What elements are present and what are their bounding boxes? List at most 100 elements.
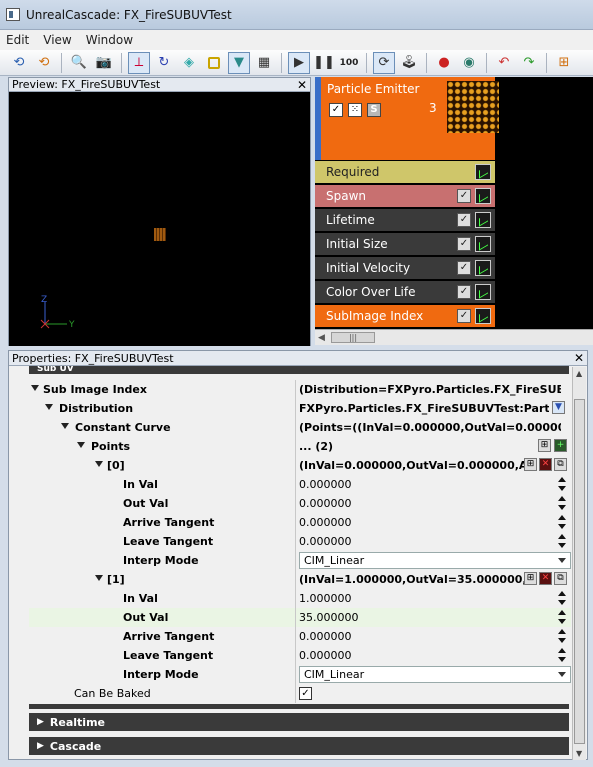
module-spawn[interactable]: Spawn ✓ xyxy=(315,185,495,207)
vertical-scrollbar[interactable]: ▲ ▼ xyxy=(572,367,586,760)
prop-p1-outval[interactable]: Out Val 35.000000 xyxy=(29,608,571,627)
close-icon[interactable]: ✕ xyxy=(297,79,307,91)
sphere-icon[interactable]: ◉ xyxy=(458,52,480,74)
prop-can-be-baked[interactable]: Can Be Baked ✓ xyxy=(29,684,571,703)
joystick-icon[interactable]: 🕹 xyxy=(398,52,420,74)
redo-icon[interactable]: ↷ xyxy=(518,52,540,74)
module-lifetime[interactable]: Lifetime ✓ xyxy=(315,209,495,231)
module-enable-checkbox[interactable]: ✓ xyxy=(457,285,471,299)
prop-constant-curve[interactable]: Constant Curve (Points=((InVal=0.000000,… xyxy=(29,418,571,437)
graph-icon[interactable] xyxy=(475,212,491,228)
arrive-tangent-field[interactable]: 0.000000 xyxy=(299,516,561,529)
expand-arrow-icon[interactable] xyxy=(45,404,53,410)
module-subimage-index[interactable]: SubImage Index ✓ xyxy=(315,305,495,327)
interp-mode-select[interactable]: CIM_Linear xyxy=(299,552,571,569)
render-mode-icon[interactable]: ⁙ xyxy=(348,103,362,117)
inval-field[interactable]: 0.000000 xyxy=(299,478,561,491)
expand-arrow-icon[interactable] xyxy=(61,423,69,429)
scroll-left-icon[interactable]: ◀ xyxy=(318,333,325,343)
module-required[interactable]: Required xyxy=(315,161,495,183)
background-color-icon[interactable]: ▼ xyxy=(228,51,250,74)
spinner-icon[interactable] xyxy=(557,476,567,492)
undo-icon[interactable]: ↶ xyxy=(493,52,515,74)
menu-edit[interactable]: Edit xyxy=(6,33,29,47)
spinner-icon[interactable] xyxy=(557,609,567,625)
graph-icon[interactable] xyxy=(475,236,491,252)
scroll-down-icon[interactable]: ▼ xyxy=(576,749,582,758)
dropdown-icon[interactable]: ▼ xyxy=(552,401,565,414)
graph-icon[interactable] xyxy=(475,260,491,276)
arrive-tangent-field[interactable]: 0.000000 xyxy=(299,630,561,643)
wireframe-sphere-icon[interactable] xyxy=(203,52,225,74)
graph-icon[interactable] xyxy=(475,284,491,300)
lod-icon[interactable]: ⊞ xyxy=(553,52,575,74)
prop-p1-leave-tangent[interactable]: Leave Tangent 0.000000 xyxy=(29,646,571,665)
delete-item-icon[interactable]: ✕ xyxy=(539,458,552,471)
emitter-header[interactable]: Particle Emitter ✓ ⁙ S 3 xyxy=(315,77,499,160)
prop-sub-image-index[interactable]: Sub Image Index (Distribution=FXPyro.Par… xyxy=(29,380,571,399)
bounds-icon[interactable]: ◈ xyxy=(178,52,200,74)
prop-distribution[interactable]: Distribution FXPyro.Particles.FX_FireSUB… xyxy=(29,399,571,418)
module-enable-checkbox[interactable]: ✓ xyxy=(457,261,471,275)
spinner-icon[interactable] xyxy=(557,590,567,606)
graph-icon[interactable] xyxy=(475,188,491,204)
expand-arrow-icon[interactable] xyxy=(95,461,103,467)
spinner-icon[interactable] xyxy=(557,495,567,511)
prop-points[interactable]: Points ... (2) ⊞ + xyxy=(29,437,571,456)
scroll-thumb[interactable] xyxy=(574,399,585,744)
module-enable-checkbox[interactable]: ✓ xyxy=(457,189,471,203)
category-sub-uv[interactable]: Sub UV xyxy=(29,366,569,374)
orbit-icon[interactable]: ↻ xyxy=(153,52,175,74)
preview-viewport[interactable]: Z Y xyxy=(9,92,310,346)
delete-item-icon[interactable]: ✕ xyxy=(539,572,552,585)
prop-point-1[interactable]: [1] (InVal=1.000000,OutVal=35.000000,Arr… xyxy=(29,570,571,589)
spinner-icon[interactable] xyxy=(557,628,567,644)
spinner-icon[interactable] xyxy=(557,533,567,549)
add-item-icon[interactable]: + xyxy=(554,439,567,452)
close-icon[interactable]: ✕ xyxy=(574,352,584,364)
graph-icon[interactable] xyxy=(475,164,491,180)
menu-view[interactable]: View xyxy=(43,33,71,47)
interp-mode-select[interactable]: CIM_Linear xyxy=(299,666,571,683)
category-cascade[interactable]: ▶ Cascade xyxy=(29,737,569,755)
horizontal-scrollbar[interactable]: ◀ ||| xyxy=(315,329,593,345)
module-initial-velocity[interactable]: Initial Velocity ✓ xyxy=(315,257,495,279)
outval-field[interactable]: 35.000000 xyxy=(299,611,561,624)
module-color-over-life[interactable]: Color Over Life ✓ xyxy=(315,281,495,303)
spinner-icon[interactable] xyxy=(557,647,567,663)
expand-arrow-icon[interactable] xyxy=(31,385,39,391)
can-be-baked-checkbox[interactable]: ✓ xyxy=(299,687,312,700)
scroll-thumb[interactable]: ||| xyxy=(331,332,375,343)
prop-p0-inval[interactable]: In Val 0.000000 xyxy=(29,475,571,494)
outval-field[interactable]: 0.000000 xyxy=(299,497,561,510)
expand-arrow-icon[interactable]: ▶ xyxy=(37,717,44,727)
expand-arrow-icon[interactable]: ▶ xyxy=(37,741,44,751)
solo-button[interactable]: S xyxy=(367,103,381,117)
leave-tangent-field[interactable]: 0.000000 xyxy=(299,535,561,548)
category-realtime[interactable]: ▶ Realtime xyxy=(29,713,569,731)
scroll-up-icon[interactable]: ▲ xyxy=(576,369,582,378)
color-balls-icon[interactable]: ● xyxy=(433,52,455,74)
duplicate-item-icon[interactable]: ⧉ xyxy=(554,458,567,471)
prop-p0-arrive-tangent[interactable]: Arrive Tangent 0.000000 xyxy=(29,513,571,532)
restart-sim-icon[interactable]: ⟲ xyxy=(8,52,30,74)
prop-p0-interp-mode[interactable]: Interp Mode CIM_Linear xyxy=(29,551,571,570)
module-enable-checkbox[interactable]: ✓ xyxy=(457,237,471,251)
expand-arrow-icon[interactable] xyxy=(95,575,103,581)
expand-arrow-icon[interactable] xyxy=(77,442,85,448)
grid-icon[interactable]: ▦ xyxy=(253,52,275,74)
graph-icon[interactable] xyxy=(475,308,491,324)
pause-icon[interactable]: ❚❚ xyxy=(313,52,335,74)
module-enable-checkbox[interactable]: ✓ xyxy=(457,309,471,323)
leave-tangent-field[interactable]: 0.000000 xyxy=(299,649,561,662)
prop-p0-leave-tangent[interactable]: Leave Tangent 0.000000 xyxy=(29,532,571,551)
insert-item-icon[interactable]: ⊞ xyxy=(524,458,537,471)
spinner-icon[interactable] xyxy=(557,514,567,530)
duplicate-item-icon[interactable]: ⧉ xyxy=(554,572,567,585)
inval-field[interactable]: 1.000000 xyxy=(299,592,561,605)
module-enable-checkbox[interactable]: ✓ xyxy=(457,213,471,227)
prop-point-0[interactable]: [0] (InVal=0.000000,OutVal=0.000000,Arri… xyxy=(29,456,571,475)
prop-p1-interp-mode[interactable]: Interp Mode CIM_Linear xyxy=(29,665,571,684)
insert-item-icon[interactable]: ⊞ xyxy=(524,572,537,585)
find-icon[interactable]: 🔍 xyxy=(68,52,90,74)
